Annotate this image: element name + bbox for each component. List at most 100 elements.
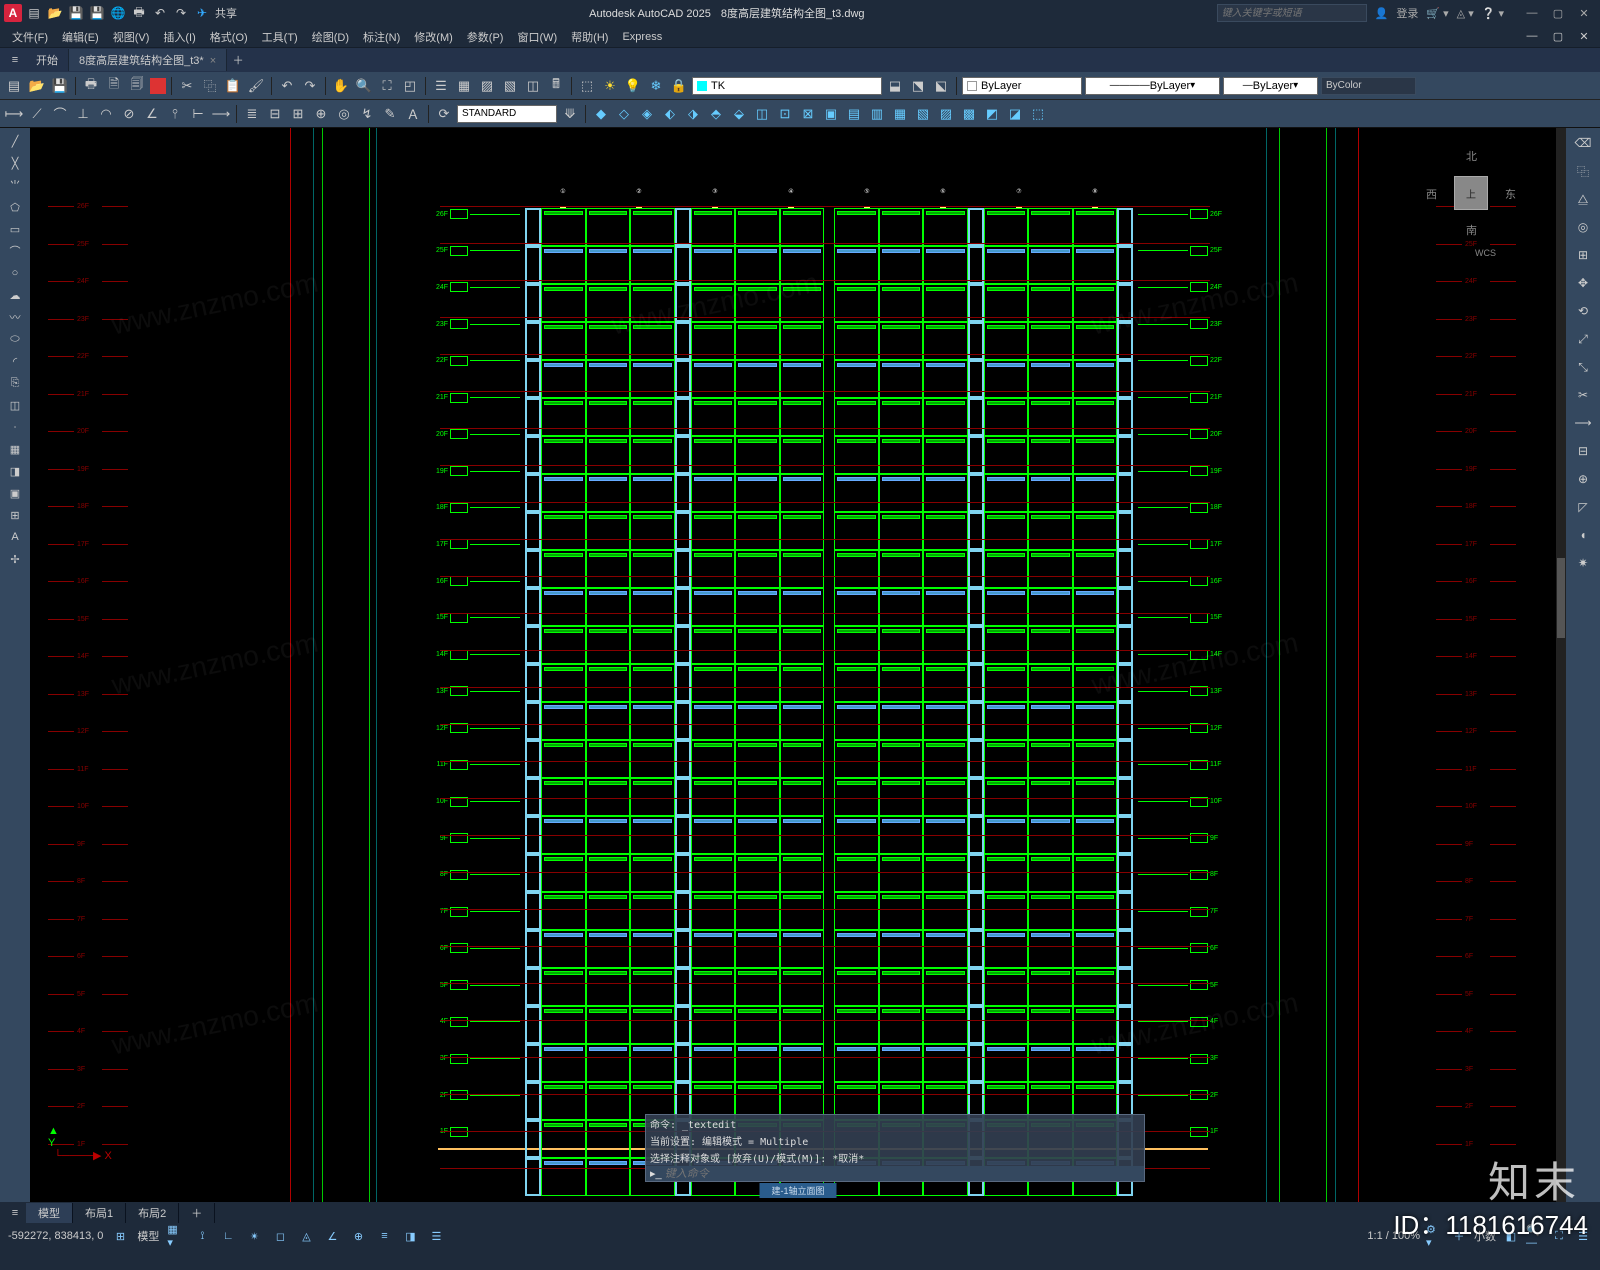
tba-17-icon[interactable]: ▩ [959, 104, 979, 124]
menu-插入I[interactable]: 插入(I) [157, 27, 201, 47]
sb-otrack-icon[interactable]: ∠ [323, 1227, 341, 1245]
app-menu-button[interactable]: ≡ [4, 49, 26, 71]
tb-copy-icon[interactable]: ⿻ [200, 76, 220, 96]
block-icon[interactable]: ◫ [6, 396, 24, 414]
tb-sheet-icon[interactable]: ▦ [454, 76, 474, 96]
tb-layers-icon[interactable]: ⬚ [577, 76, 597, 96]
tb-red-icon[interactable] [150, 78, 166, 94]
close-button[interactable]: ✕ [1572, 4, 1596, 22]
dim-rad-icon[interactable]: ◠ [96, 104, 116, 124]
xline-icon[interactable]: ╳ [6, 154, 24, 172]
help-icon[interactable]: ❔ ▾ [1482, 7, 1504, 20]
dim-ord-icon[interactable]: ⊥ [73, 104, 93, 124]
menu-文件F[interactable]: 文件(F) [6, 27, 54, 47]
dim-style-icon[interactable]: ⟱ [560, 104, 580, 124]
tb-save-icon[interactable]: 💾 [50, 76, 70, 96]
sb-3dosnap-icon[interactable]: ◬ [297, 1227, 315, 1245]
tab-start[interactable]: 开始 [26, 49, 69, 71]
user-icon[interactable]: 👤 [1375, 7, 1389, 20]
rotate-icon[interactable]: ⟲ [1572, 300, 1594, 322]
arc-icon[interactable]: ⌒ [6, 242, 24, 260]
viewcube[interactable]: 北 南 西 东 上 [1426, 148, 1516, 238]
linetype-dropdown[interactable]: ———— ByLayer ▾ [1085, 77, 1220, 95]
dim-aligned-icon[interactable]: ⟋ [27, 104, 47, 124]
lineweight-dropdown[interactable]: — ByLayer ▾ [1223, 77, 1318, 95]
region-icon[interactable]: ▣ [6, 484, 24, 502]
sb-model-icon[interactable]: ⊞ [111, 1227, 129, 1245]
mirror-icon[interactable]: ⧋ [1572, 188, 1594, 210]
tb-new-icon[interactable]: ▤ [4, 76, 24, 96]
tb-plot-icon[interactable]: 🖶 [81, 76, 101, 96]
help-search-input[interactable] [1217, 4, 1367, 22]
tb-markup-icon[interactable]: ◫ [523, 76, 543, 96]
trim-icon[interactable]: ✂ [1572, 384, 1594, 406]
tb-zoomwin-icon[interactable]: ◰ [400, 76, 420, 96]
tb-freeze-icon[interactable]: ❄ [646, 76, 666, 96]
app-menu-icon[interactable]: ◬ ▾ [1457, 7, 1474, 20]
move-icon[interactable]: ✥ [1572, 272, 1594, 294]
tba-5-icon[interactable]: ⬗ [683, 104, 703, 124]
tb-match-icon[interactable]: 🖌 [246, 76, 266, 96]
plotstyle-dropdown[interactable]: ByColor [1321, 77, 1416, 95]
tb-cut-icon[interactable]: ✂ [177, 76, 197, 96]
table-icon[interactable]: ⊞ [6, 506, 24, 524]
tb-zoom-icon[interactable]: 🔍 [354, 76, 374, 96]
stretch-icon[interactable]: ⤡ [1572, 356, 1594, 378]
tab-active-file[interactable]: 8度高层建筑结构全图_t3*× [69, 49, 227, 71]
saveas-icon[interactable]: 💾 [89, 5, 105, 21]
command-input[interactable] [665, 1168, 1065, 1180]
tb-layermgr-icon[interactable]: ⬓ [885, 76, 905, 96]
menu-标注N[interactable]: 标注(N) [357, 27, 406, 47]
line-icon[interactable]: ╱ [6, 132, 24, 150]
dim-space-icon[interactable]: ≣ [242, 104, 262, 124]
dim-linear-icon[interactable]: ⟼ [4, 104, 24, 124]
login-label[interactable]: 登录 [1396, 5, 1418, 21]
new-tab-button[interactable]: ＋ [227, 49, 249, 71]
dim-break-icon[interactable]: ⊟ [265, 104, 285, 124]
add-layout-button[interactable]: ＋ [179, 1203, 215, 1223]
tba-20-icon[interactable]: ⬚ [1028, 104, 1048, 124]
pline-icon[interactable]: ⺌ [6, 176, 24, 194]
tba-13-icon[interactable]: ▥ [867, 104, 887, 124]
tba-6-icon[interactable]: ⬘ [706, 104, 726, 124]
sb-polar-icon[interactable]: ✴ [245, 1227, 263, 1245]
spline-icon[interactable]: 〰 [6, 308, 24, 326]
menu-帮助H[interactable]: 帮助(H) [565, 27, 614, 47]
tba-1-icon[interactable]: ◆ [591, 104, 611, 124]
dim-dia-icon[interactable]: ⊘ [119, 104, 139, 124]
dim-center-icon[interactable]: ⊕ [311, 104, 331, 124]
doc-min-button[interactable]: ― [1522, 30, 1542, 43]
ellipsearc-icon[interactable]: ◜ [6, 352, 24, 370]
menu-Express[interactable]: Express [616, 29, 668, 45]
share-icon[interactable]: ✈ [194, 5, 210, 21]
circle-icon[interactable]: ○ [6, 264, 24, 282]
doc-close-button[interactable]: ✕ [1574, 30, 1594, 43]
dim-jog-icon[interactable]: ↯ [357, 104, 377, 124]
share-label[interactable]: 共享 [215, 5, 237, 21]
tba-9-icon[interactable]: ⊡ [775, 104, 795, 124]
redo-icon[interactable]: ↷ [173, 5, 189, 21]
menu-修改M[interactable]: 修改(M) [408, 27, 459, 47]
insert-icon[interactable]: ⎘ [6, 374, 24, 392]
tb-layerprev-icon[interactable]: ⬕ [931, 76, 951, 96]
sb-grid-icon[interactable]: ▦ ▾ [167, 1227, 185, 1245]
tb-undo2-icon[interactable]: ↶ [277, 76, 297, 96]
tb-lock-icon[interactable]: 🔒 [669, 76, 689, 96]
plot-icon[interactable]: 🖶 [131, 5, 147, 21]
new-icon[interactable]: ▤ [26, 5, 42, 21]
undo-icon[interactable]: ↶ [152, 5, 168, 21]
join-icon[interactable]: ⊕ [1572, 468, 1594, 490]
tb-adc-icon[interactable]: ▧ [500, 76, 520, 96]
doc-max-button[interactable]: ▢ [1548, 30, 1568, 43]
tba-14-icon[interactable]: ▦ [890, 104, 910, 124]
tba-19-icon[interactable]: ◪ [1005, 104, 1025, 124]
array-icon[interactable]: ⊞ [1572, 244, 1594, 266]
gradient-icon[interactable]: ◨ [6, 462, 24, 480]
dim-edit-icon[interactable]: ✎ [380, 104, 400, 124]
tb-qcalc-icon[interactable]: 🖩 [546, 76, 566, 96]
cart-icon[interactable]: 🛒 ▾ [1426, 7, 1448, 20]
chamfer-icon[interactable]: ◸ [1572, 496, 1594, 518]
fillet-icon[interactable]: ◖ [1572, 524, 1594, 546]
menu-绘图D[interactable]: 绘图(D) [306, 27, 355, 47]
menu-参数P[interactable]: 参数(P) [461, 27, 510, 47]
